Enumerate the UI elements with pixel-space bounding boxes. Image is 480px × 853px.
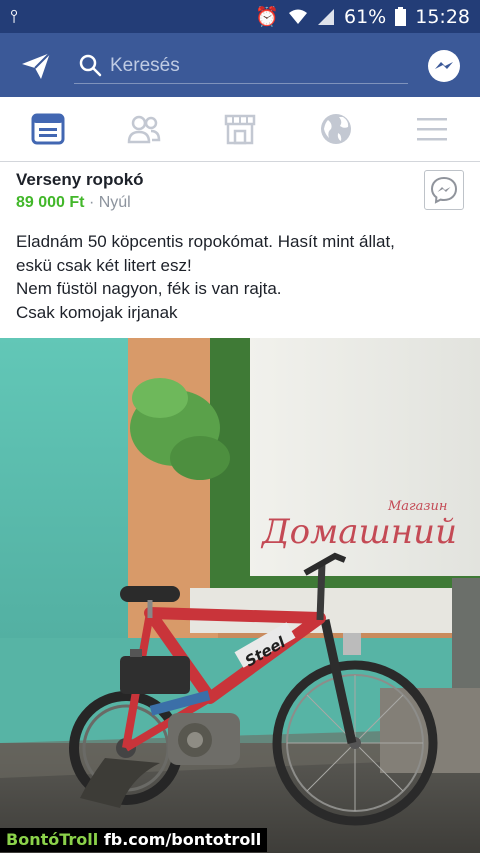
- battery-percent: 61%: [344, 5, 387, 28]
- globe-icon: [321, 114, 351, 144]
- watermark-brand: BontóTroll: [6, 830, 99, 849]
- listing-location: Nyúl: [98, 194, 131, 211]
- top-bar: [0, 33, 480, 97]
- signal-icon: [318, 8, 334, 25]
- sign-text: Домашний: [260, 512, 457, 552]
- tab-news-feed[interactable]: [0, 97, 96, 161]
- description-line: Csak komojak irjanak: [16, 302, 178, 322]
- messenger-outline-icon: [430, 176, 458, 204]
- description-line: Eladnám 50 köpcentis ropokómat. Hasít mi…: [16, 232, 395, 251]
- description-line: eskü csak két litert esz!: [16, 255, 192, 275]
- watermark-url: fb.com/bontotroll: [103, 830, 262, 849]
- messenger-icon: [435, 62, 453, 69]
- listing-description: Eladnám 50 köpcentis ropokómat. Hasít mi…: [16, 230, 468, 324]
- tab-bar: [0, 97, 480, 162]
- send-icon: [22, 52, 51, 79]
- tab-globe[interactable]: [288, 97, 384, 161]
- tab-friends[interactable]: [96, 97, 192, 161]
- marketplace-icon: [224, 114, 256, 145]
- message-seller-button[interactable]: [424, 170, 464, 210]
- tab-marketplace[interactable]: [192, 97, 288, 161]
- status-bar: ⫯ ⏰ 61% 15:28: [0, 0, 480, 33]
- tab-menu[interactable]: [384, 97, 480, 161]
- alarm-icon: ⏰: [255, 6, 279, 28]
- description-line: Nem füstöl nagyon, fék is van rajta.: [16, 279, 282, 298]
- price-location: 89 000 Ft · Nyúl: [16, 194, 131, 212]
- search-input[interactable]: [108, 51, 402, 81]
- listing-title[interactable]: Verseny ropokó: [16, 170, 144, 190]
- usb-icon: ⫯: [10, 6, 18, 27]
- search-icon: [79, 54, 102, 77]
- battery-icon: [395, 7, 407, 26]
- menu-icon: [417, 118, 447, 141]
- search-bar[interactable]: [74, 47, 408, 84]
- watermark: BontóTroll fb.com/bontotroll: [0, 828, 268, 852]
- bicycle-photo: Магазин Домашний Steel: [0, 338, 480, 853]
- news-feed-icon: [31, 113, 65, 145]
- messenger-button[interactable]: [428, 50, 460, 82]
- send-button[interactable]: [20, 50, 52, 82]
- wifi-icon: [289, 9, 307, 24]
- listing-card: Verseny ropokó 89 000 Ft · Nyúl Eladnám …: [0, 162, 480, 338]
- clock: 15:28: [415, 5, 470, 28]
- friends-icon: [127, 115, 161, 144]
- listing-photo[interactable]: Магазин Домашний Steel: [0, 338, 480, 853]
- separator-dot: ·: [88, 194, 95, 211]
- listing-price: 89 000 Ft: [16, 194, 85, 211]
